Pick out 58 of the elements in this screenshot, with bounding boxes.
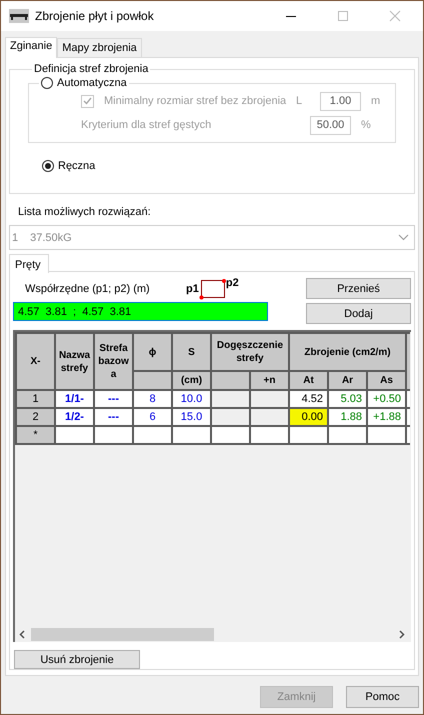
coordinates-field[interactable]: 4.57 3.81 ; 4.57 3.81 [13,302,268,321]
table-cell: 8 [134,391,171,407]
radio-label: Ręczna [58,160,96,172]
table-cell: 1/2- [56,409,93,425]
column-header: Nazwa strefy [56,334,93,389]
column-header: At [290,372,327,389]
tab[interactable]: Zginanie [5,37,58,58]
table-cell: 1/1- [56,391,93,407]
table-cell: 5.03 [329,391,366,407]
column-header: Zbrojenie (cm2/m) [290,334,405,370]
field-label: Kryterium dla stref gęstych [81,119,212,131]
list-label: Lista możliwych rozwiązań: [18,206,152,218]
window-title: Zbrojenie płyt i powłok [35,9,155,23]
column-header: As [368,372,405,389]
move-button[interactable]: Przenieś [306,278,411,299]
group-title: Definicja stref zbrojenia [33,63,150,75]
column-header: S [173,334,210,370]
column-header: (cm) [173,372,210,389]
column-header: X- [17,334,54,389]
row-header[interactable]: * [17,427,54,443]
column-header: ϕ [134,334,171,370]
radio-button[interactable] [41,77,53,89]
radio-label: Automatyczna [57,77,127,89]
scrollbar-thumb[interactable] [31,628,214,641]
table-cell: 0.00 [290,409,327,425]
table-cell: 6 [134,409,171,425]
coordinates-label: Współrzędne (p1; p2) (m) [25,283,151,295]
table-cell: +1.88 [368,409,405,425]
add-button[interactable]: Dodaj [306,303,411,324]
scroll-left-icon[interactable] [19,630,25,639]
point-label: p2 [226,277,239,289]
row-header[interactable]: 1 [17,391,54,407]
column-header: Strefa bazowa [95,334,132,389]
table-cell: --- [95,409,132,425]
slab-icon [9,9,29,23]
tab[interactable]: Pręty [9,254,49,273]
table-cell: 1.88 [329,409,366,425]
table-cell: 4.52 [290,391,327,407]
column-header: Dogęszczenie strefy [212,334,288,370]
unit-label: % [361,119,371,131]
help-button[interactable]: Pomoc [346,686,419,708]
symbol-label: L [296,95,304,107]
rectangle-points-icon [198,278,226,300]
point-label: p1 [186,283,199,295]
column-header: +n [251,372,288,389]
row-header[interactable]: 2 [17,409,54,425]
table-cell: +0.50 [368,391,405,407]
checkbox-label: Minimalny rozmiar stref bez zbrojenia [104,95,288,107]
column-header: Ar [329,372,366,389]
unit-label: m [371,95,380,107]
scroll-right-icon[interactable] [399,630,405,639]
table-cell: --- [95,391,132,407]
table-cell: 10.0 [173,391,210,407]
table-cell: 15.0 [173,409,210,425]
delete-button[interactable]: Usuń zbrojenie [14,650,140,669]
tab[interactable]: Mapy zbrojenia [57,38,142,57]
radio-button[interactable] [42,160,54,172]
chevron-down-icon [398,234,409,241]
